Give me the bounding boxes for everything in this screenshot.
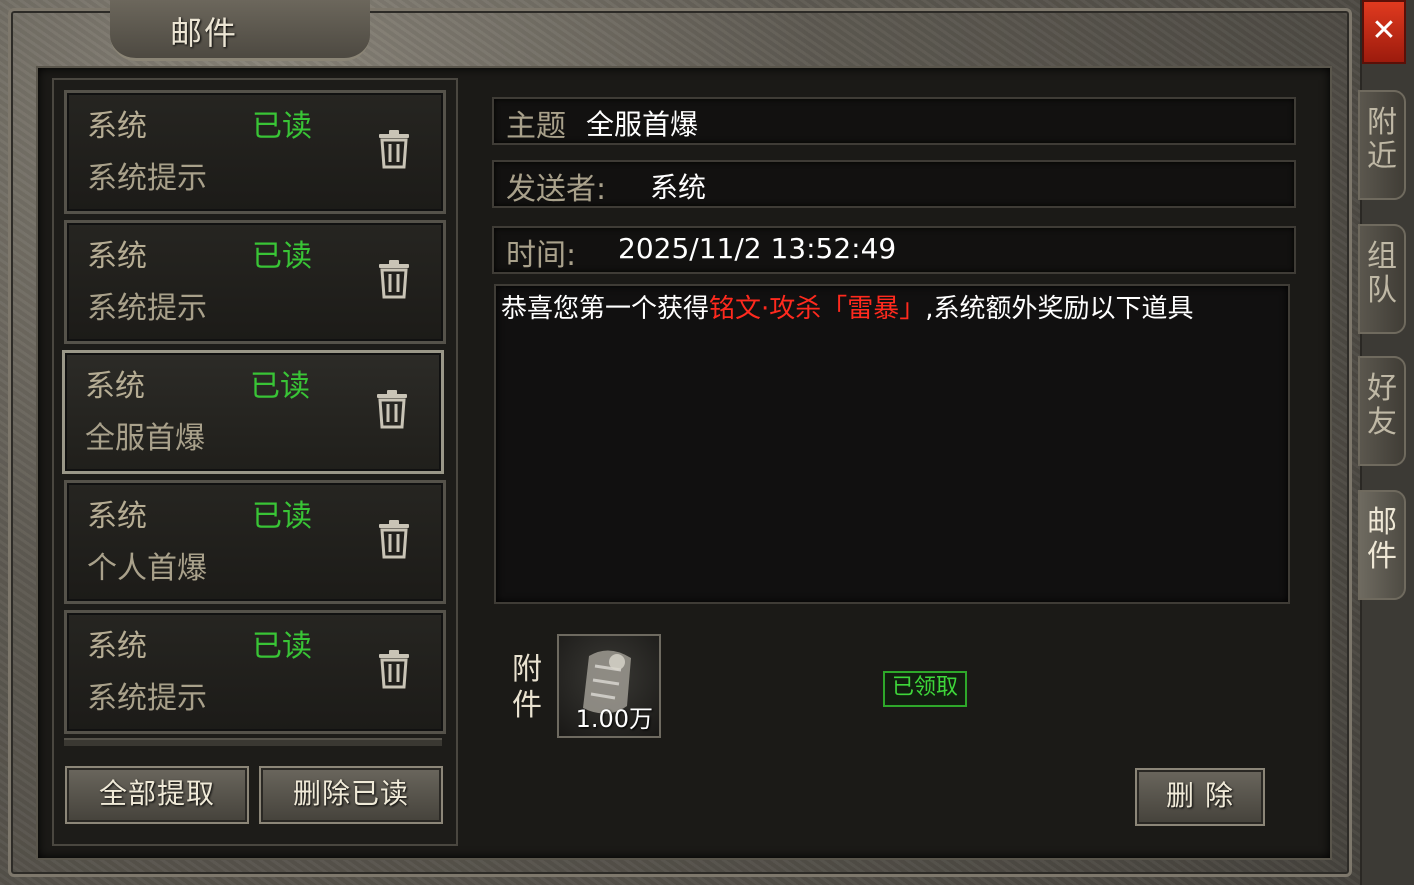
time-field: 时间: 2025/11/2 13:52:49 [492, 226, 1296, 274]
item-quantity: 1.00万 [575, 705, 653, 733]
tab-friends[interactable]: 好 友 [1358, 356, 1406, 466]
trash-icon[interactable] [377, 259, 411, 299]
attachment-label-line2: 件 [512, 688, 542, 723]
mail-sender: 系统 [87, 109, 147, 144]
attachment-label: 附 件 [512, 652, 546, 724]
attachment-item-slot[interactable]: 1.00万 [557, 634, 661, 738]
mail-list-item[interactable]: 系统 已读 系统提示 [64, 220, 446, 344]
mail-subject: 全服首爆 [85, 421, 205, 456]
trash-icon[interactable] [377, 649, 411, 689]
tab-label-char: 友 [1367, 405, 1397, 440]
claimed-badge: 已领取 [883, 671, 967, 707]
mail-read-status: 已读 [252, 239, 312, 274]
subject-label: 主题 [506, 109, 566, 144]
subject-value: 全服首爆 [586, 108, 699, 141]
time-label: 时间: [506, 238, 577, 273]
body-prefix: 恭喜您第一个获得 [501, 294, 710, 324]
title-plate [110, 0, 370, 61]
tab-mail[interactable]: 邮 件 [1358, 490, 1406, 600]
mail-list-item-selected[interactable]: 系统 已读 全服首爆 [62, 350, 444, 474]
tab-nearby[interactable]: 附 近 [1358, 90, 1406, 200]
delete-read-button[interactable]: 删除已读 [259, 766, 443, 824]
sender-value: 系统 [650, 171, 707, 204]
tab-label-char: 件 [1367, 539, 1397, 574]
trash-icon[interactable] [375, 389, 409, 429]
mail-body: 恭喜您第一个获得铭文·攻杀「雷暴」,系统额外奖励以下道具 [494, 284, 1290, 604]
mail-subject: 个人首爆 [87, 551, 207, 586]
time-value: 2025/11/2 13:52:49 [618, 232, 897, 265]
tab-label-char: 附 [1367, 105, 1397, 140]
tab-team[interactable]: 组 队 [1358, 224, 1406, 334]
tab-label-char: 近 [1367, 139, 1397, 174]
mail-list-overflow-edge [64, 738, 442, 746]
sender-field: 发送者: 系统 [492, 160, 1296, 208]
mail-read-status: 已读 [252, 629, 312, 664]
delete-button[interactable]: 删 除 [1135, 768, 1265, 826]
mail-list-item[interactable]: 系统 已读 系统提示 [64, 610, 446, 734]
mail-sender: 系统 [87, 499, 147, 534]
tab-label-char: 邮 [1367, 505, 1397, 540]
mail-subject: 系统提示 [87, 291, 207, 326]
tab-label-char: 组 [1367, 239, 1397, 274]
mail-subject: 系统提示 [87, 161, 207, 196]
trash-icon[interactable] [377, 129, 411, 169]
mail-sender: 系统 [87, 629, 147, 664]
mail-subject: 系统提示 [87, 681, 207, 716]
tab-label-char: 好 [1367, 371, 1397, 406]
attachment-label-line1: 附 [512, 652, 542, 687]
trash-icon[interactable] [377, 519, 411, 559]
close-icon[interactable]: ✕ [1362, 0, 1406, 64]
mail-read-status: 已读 [252, 109, 312, 144]
mail-list-item[interactable]: 系统 已读 个人首爆 [64, 480, 446, 604]
mail-sender: 系统 [85, 369, 145, 404]
claim-all-button[interactable]: 全部提取 [65, 766, 249, 824]
body-suffix: ,系统额外奖励以下道具 [925, 294, 1194, 324]
sender-label: 发送者: [506, 172, 607, 207]
tab-label-char: 队 [1367, 273, 1397, 308]
mail-list-item[interactable]: 系统 已读 系统提示 [64, 90, 446, 214]
mail-body-text: 恭喜您第一个获得铭文·攻杀「雷暴」,系统额外奖励以下道具 [501, 288, 1194, 325]
subject-field: 主题 全服首爆 [492, 97, 1296, 145]
mail-sender: 系统 [87, 239, 147, 274]
mail-read-status: 已读 [252, 499, 312, 534]
body-item-name: 铭文·攻杀「雷暴」 [709, 294, 926, 324]
window-title: 邮件 [170, 14, 239, 52]
mail-read-status: 已读 [250, 369, 310, 404]
